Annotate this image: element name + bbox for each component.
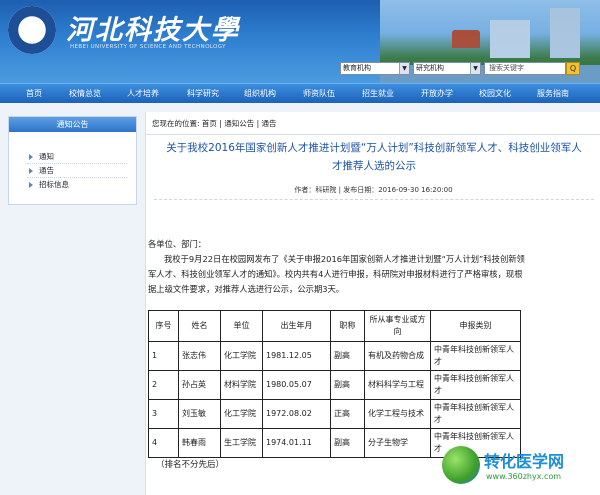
watermark: 转化医学网 www.360zhyx.com bbox=[440, 440, 600, 495]
breadcrumb-section[interactable]: 通知公告 bbox=[224, 119, 254, 128]
breadcrumb-home[interactable]: 首页 bbox=[202, 119, 217, 128]
table-row: 2 孙占英 材料学院 1980.05.07 副高 材料科学与工程 中青年科技创新… bbox=[148, 370, 521, 400]
nav-home[interactable]: 首页 bbox=[16, 84, 52, 104]
breadcrumb-current[interactable]: 通告 bbox=[262, 119, 277, 128]
nav-campus-culture[interactable]: 校园文化 bbox=[472, 84, 518, 104]
search-input[interactable]: 搜索关键字 bbox=[484, 62, 566, 75]
nav-admissions[interactable]: 招生就业 bbox=[355, 84, 401, 104]
article-title: 关于我校2016年国家创新人才推进计划暨“万人计划”科技创新领军人才、科技创业领… bbox=[166, 142, 582, 172]
university-name-cn[interactable]: 河北科技大學 bbox=[66, 8, 240, 47]
sidebar-item-announcement[interactable]: 通告 bbox=[39, 165, 54, 176]
table-header-row: 序号 姓名 单位 出生年月 职称 所从事专业或方向 申报类别 bbox=[148, 310, 521, 342]
search-button[interactable]: Q bbox=[566, 62, 580, 75]
nav-faculty[interactable]: 师资队伍 bbox=[296, 84, 342, 104]
greeting: 各单位、部门： bbox=[148, 239, 207, 249]
nav-education[interactable]: 人才培养 bbox=[120, 84, 166, 104]
nav-open-education[interactable]: 开放办学 bbox=[414, 84, 460, 104]
university-seal-logo[interactable] bbox=[8, 6, 56, 54]
header-banner: 河北科技大學 HEBEI UNIVERSITY OF SCIENCE AND T… bbox=[0, 0, 600, 83]
research-select[interactable]: 研究机构 ▼ bbox=[413, 62, 481, 75]
nav-overview[interactable]: 校情总览 bbox=[62, 84, 108, 104]
arrow-bullet-icon bbox=[29, 168, 33, 174]
nominee-table: 序号 姓名 单位 出生年月 职称 所从事专业或方向 申报类别 1 张志伟 化工学… bbox=[148, 310, 521, 458]
table-row: 1 张志伟 化工学院 1981.12.05 副高 有机及药物合成 中青年科技创新… bbox=[148, 341, 521, 371]
article-panel: 您现在的位置: 首页 | 通知公告 | 通告 关于我校2016年国家创新人才推进… bbox=[145, 112, 600, 495]
chevron-down-icon: ▼ bbox=[470, 63, 480, 74]
watermark-logo-icon bbox=[442, 446, 480, 484]
institution-select[interactable]: 教育机构 ▼ bbox=[340, 62, 410, 75]
sidebar-item-notice[interactable]: 通知 bbox=[39, 151, 54, 162]
main-nav: 首页 校情总览 人才培养 科学研究 组织机构 师资队伍 招生就业 开放办学 校园… bbox=[0, 83, 600, 103]
article-meta: 作者：科研院 | 发布日期：2016-09-30 16:20:00 bbox=[294, 186, 453, 194]
sidebar-title: 通知公告 bbox=[9, 117, 136, 132]
sidebar-item-tender[interactable]: 招标信息 bbox=[39, 179, 69, 190]
sidebar: 通知公告 通知 通告 招标信息 bbox=[8, 116, 137, 205]
article-paragraph: 我校于9月22日在校园网发布了《关于申报2016年国家创新人才推进计划暨“万人计… bbox=[148, 254, 525, 294]
breadcrumb: 您现在的位置: 首页 | 通知公告 | 通告 bbox=[152, 119, 277, 128]
nav-research[interactable]: 科学研究 bbox=[180, 84, 226, 104]
nav-service-guide[interactable]: 服务指南 bbox=[530, 84, 576, 104]
arrow-bullet-icon bbox=[29, 182, 33, 188]
arrow-bullet-icon bbox=[29, 154, 33, 160]
watermark-url: www.360zhyx.com bbox=[486, 472, 562, 481]
chevron-down-icon: ▼ bbox=[399, 63, 409, 74]
university-name-en: HEBEI UNIVERSITY OF SCIENCE AND TECHNOLO… bbox=[70, 44, 226, 50]
ranking-note: （排名不分先后） bbox=[156, 460, 225, 470]
table-row: 3 刘玉敏 化工学院 1972.08.02 正高 化学工程与技术 中青年科技创新… bbox=[148, 399, 521, 429]
watermark-text: 转化医学网 bbox=[484, 452, 565, 471]
nav-organization[interactable]: 组织机构 bbox=[237, 84, 283, 104]
